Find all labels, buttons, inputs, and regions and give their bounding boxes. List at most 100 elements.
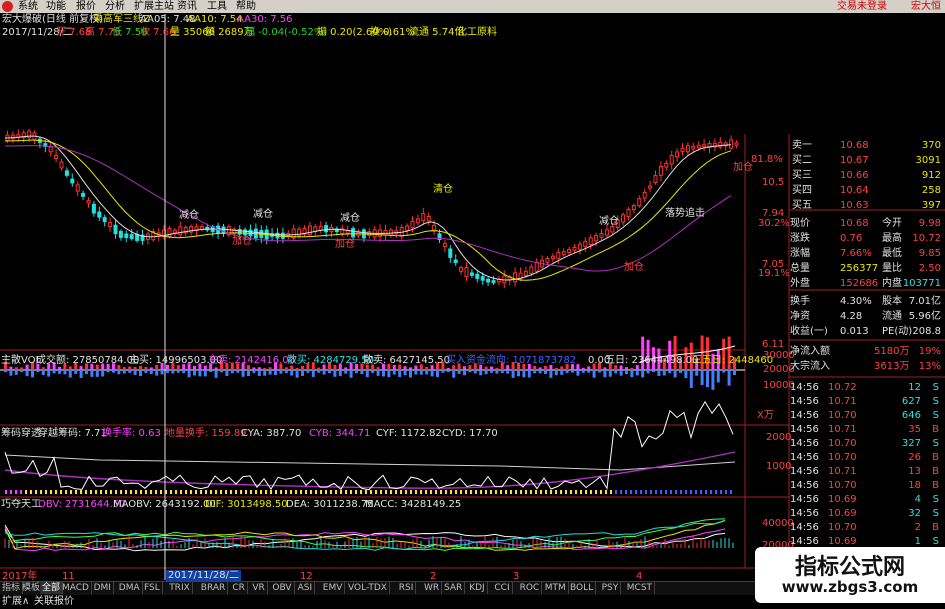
chip-marker <box>355 490 357 494</box>
chip-marker <box>445 490 447 494</box>
tab-16[interactable]: WR <box>422 582 443 594</box>
candle-body <box>318 225 323 231</box>
vol-bar-down <box>279 370 283 374</box>
candle-body <box>243 229 248 236</box>
order-book-row[interactable]: 买三 10.66 912 <box>778 168 945 183</box>
candle-body <box>480 276 485 281</box>
chip-cyb: CYB: 344.71 <box>309 428 371 439</box>
flow-value: 5180万 <box>874 346 910 357</box>
tab-6[interactable]: FSL <box>142 582 163 594</box>
vol-bar-up <box>484 366 488 370</box>
candle-body <box>221 226 226 234</box>
chip-marker <box>260 490 262 494</box>
candle-body <box>75 184 80 192</box>
vol-bar-up <box>554 367 558 370</box>
vol-wuri: 五日: 23644498.00 <box>605 355 699 366</box>
tab-18[interactable]: KDJ <box>467 582 488 594</box>
vol-bar-up <box>317 367 321 370</box>
candle-body <box>97 211 102 218</box>
order-book-row[interactable]: 买二 10.67 3091 <box>778 153 945 168</box>
vol-bar-up <box>495 367 499 370</box>
vol-bar-down <box>403 370 407 376</box>
tick-time: 14:56 <box>790 424 819 435</box>
tick-volume: 12 <box>908 382 921 393</box>
tick-row: 14:56 10.71 627 S <box>790 395 945 409</box>
chip-marker <box>590 490 592 494</box>
quote-label: 总量 <box>790 263 810 274</box>
chip-marker <box>120 490 122 494</box>
quote-label: 量比 <box>882 263 902 274</box>
chip-marker <box>450 490 452 494</box>
chip-marker <box>220 490 222 494</box>
chip-marker <box>60 490 62 494</box>
tab-17[interactable]: SAR <box>442 582 466 594</box>
linked-quote-link[interactable]: 关联报价 <box>34 596 74 608</box>
vol-bar-down <box>490 370 493 373</box>
tab-10[interactable]: VR <box>250 582 268 594</box>
tab-12[interactable]: ASI <box>296 582 316 594</box>
chip-marker <box>350 490 352 494</box>
candle-body <box>599 232 604 238</box>
candle-body <box>307 225 312 236</box>
extend-toggle[interactable]: 扩展∧ <box>2 596 29 608</box>
tab-14[interactable]: VOL-TDX <box>346 582 390 594</box>
candle-body <box>696 144 701 149</box>
tab-24[interactable]: MCST <box>625 582 656 594</box>
chip-marker <box>200 490 202 494</box>
chip-marker <box>50 490 52 494</box>
chip-marker <box>415 490 417 494</box>
vol-bar-down <box>284 370 288 374</box>
quote-label: 涨跌 <box>790 233 810 244</box>
tab-15[interactable]: RSI <box>397 582 417 594</box>
tab-3[interactable]: MACD <box>60 582 92 594</box>
vol-bar-up <box>425 366 429 370</box>
dea-value: DEA: 3011238.75 <box>286 499 374 510</box>
order-book-row[interactable]: 买五 10.63 397 <box>778 198 945 213</box>
candle-body <box>561 251 566 255</box>
vol-bar-up <box>214 367 218 370</box>
tab-13[interactable]: EMV <box>321 582 346 594</box>
chip-marker <box>155 490 157 494</box>
tab-5[interactable]: DMA <box>117 582 143 594</box>
chip-marker <box>400 490 402 494</box>
tab-20[interactable]: ROC <box>518 582 543 594</box>
tab-7[interactable]: TRIX <box>167 582 193 594</box>
vol-bar-down <box>322 370 326 375</box>
chip-marker <box>375 490 377 494</box>
chip-marker <box>170 490 172 494</box>
tab-9[interactable]: CR <box>230 582 248 594</box>
order-book-row[interactable]: 卖一 10.68 370 <box>778 138 945 153</box>
tab-11[interactable]: OBV <box>270 582 295 594</box>
vol-unit: X万 <box>757 410 774 421</box>
vol-bar-down <box>419 370 423 375</box>
tab-21[interactable]: MTM <box>543 582 569 594</box>
candle-body <box>448 248 453 258</box>
candle-body <box>577 243 582 250</box>
vol-bar-down <box>544 370 547 374</box>
tab-23[interactable]: PSY <box>600 582 622 594</box>
vol-bar-down <box>630 370 634 378</box>
vol-bar-down <box>668 370 672 374</box>
quote-row: 涨幅 7.66% 最低 9.85 <box>778 246 945 261</box>
chip-marker <box>65 490 67 494</box>
chip-marker <box>410 490 412 494</box>
chip-marker <box>515 490 517 494</box>
chip-marker <box>335 490 337 494</box>
tab-22[interactable]: BOLL <box>568 582 597 594</box>
vol-bar-down <box>614 370 618 374</box>
tick-side: S <box>932 396 939 407</box>
tab-4[interactable]: DMI <box>92 582 114 594</box>
tab-8[interactable]: BRAR <box>199 582 229 594</box>
vol-bar-down <box>225 370 229 376</box>
chip-marker <box>85 490 87 494</box>
ma5-line <box>4 135 732 281</box>
vol-bar-down <box>468 370 472 373</box>
chip-marker <box>530 490 532 494</box>
vol-bar-down <box>333 370 337 377</box>
vol-bar-down <box>371 370 375 373</box>
chip-marker <box>525 490 527 494</box>
chip-marker <box>650 490 652 494</box>
tick-time: 14:56 <box>790 466 819 477</box>
order-book-row[interactable]: 买四 10.64 258 <box>778 183 945 198</box>
tab-19[interactable]: CCI <box>492 582 513 594</box>
